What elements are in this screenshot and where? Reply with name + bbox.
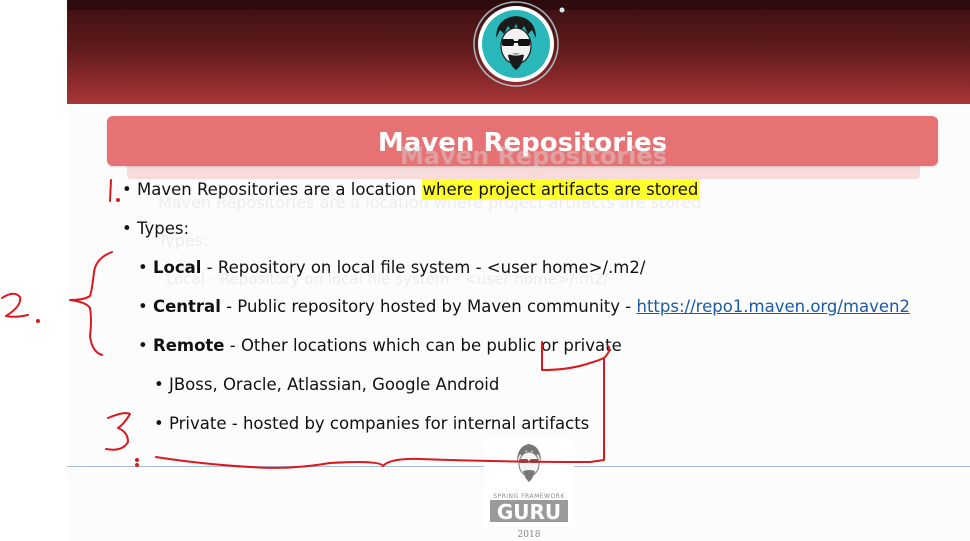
central-link[interactable]: https://repo1.maven.org/maven2 xyxy=(637,297,911,316)
bullet-jboss: • JBoss, Oracle, Atlassian, Google Andro… xyxy=(154,375,499,394)
bullet-dot: • xyxy=(138,258,148,277)
left-margin xyxy=(0,0,67,541)
ghost-title: Maven Repositories xyxy=(400,142,667,170)
bullet-local: • Local - Repository on local file syste… xyxy=(138,258,645,277)
local-text: - Repository on local file system - <use… xyxy=(201,258,646,277)
remote-label: Remote xyxy=(152,336,225,355)
bullet-dot: • xyxy=(138,336,148,355)
bullet-text: JBoss, Oracle, Atlassian, Google Android xyxy=(168,375,500,394)
bullet-text: Private - hosted by companies for intern… xyxy=(168,414,590,433)
central-label: Central xyxy=(152,297,221,316)
bullet-dot: • xyxy=(122,219,132,238)
footer-year: 2018 xyxy=(517,530,541,540)
bullet-dot: • xyxy=(122,180,132,199)
bullet-central: • Central - Public repository hosted by … xyxy=(138,297,910,316)
bullet-dot: • xyxy=(138,297,148,316)
logo-main-text: GURU xyxy=(497,500,561,524)
bullet-repositories: • Maven Repositories are a location wher… xyxy=(122,179,700,200)
bullet-remote: • Remote - Other locations which can be … xyxy=(138,336,622,355)
bullet-dot: • xyxy=(154,414,164,433)
bullet-dot: • xyxy=(154,375,164,394)
avatar xyxy=(473,1,565,87)
bullet-text: Types: xyxy=(136,219,190,238)
guru-logo: SPRING FRAMEWORK GURU xyxy=(484,438,574,526)
bullet-types: • Types: xyxy=(122,219,189,238)
bullet-text: Maven Repositories are a location xyxy=(136,180,422,199)
central-text: - Public repository hosted by Maven comm… xyxy=(220,297,637,316)
remote-text: - Other locations which can be public or… xyxy=(224,336,622,355)
bullet-private: • Private - hosted by companies for inte… xyxy=(154,414,589,433)
highlighted-text: where project artifacts are stored xyxy=(421,179,700,200)
logo-top-text: SPRING FRAMEWORK xyxy=(493,493,565,500)
local-label: Local xyxy=(152,258,202,277)
